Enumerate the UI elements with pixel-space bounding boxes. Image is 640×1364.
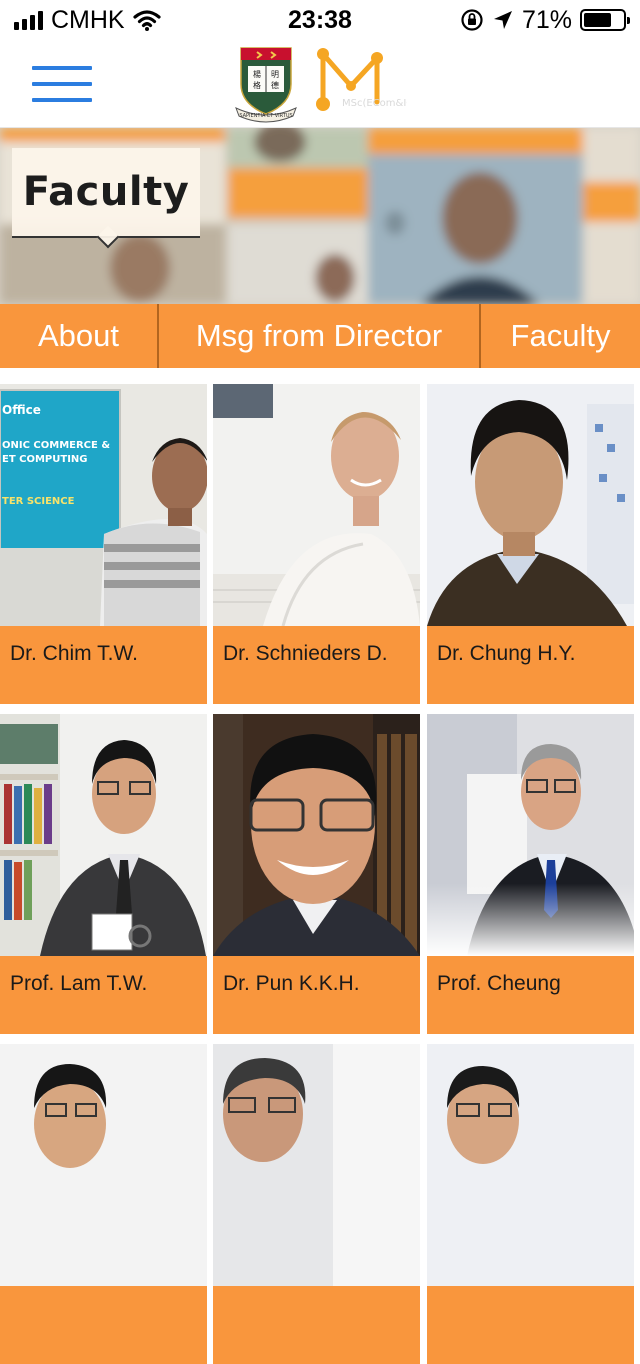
faculty-photo (213, 1044, 420, 1286)
svg-text:德: 德 (271, 80, 279, 90)
svg-text:ONIC COMMERCE &: ONIC COMMERCE & (2, 440, 110, 451)
battery-fill (584, 13, 611, 27)
svg-text:Office: Office (2, 403, 41, 417)
app-header: 楊 明 格 德 SAPIENTIA ET VIRTUS MSc(ECom&IC) (0, 40, 640, 128)
hero-banner: Faculty (0, 128, 640, 304)
faculty-photo (0, 1044, 207, 1286)
faculty-grid: Office ONIC COMMERCE & ET COMPUTING TER … (0, 384, 640, 1364)
faculty-card-schnieders[interactable]: Dr. Schnieders D. (213, 384, 420, 704)
m-logo-text: MSc(ECom&IC) (342, 98, 407, 109)
svg-text:ET COMPUTING: ET COMPUTING (2, 454, 88, 465)
faculty-card-8[interactable] (213, 1044, 420, 1364)
faculty-name: Dr. Pun K.K.H. (223, 972, 360, 995)
faculty-card-pun[interactable]: Dr. Pun K.K.H. (213, 714, 420, 1034)
faculty-name: Prof. Cheung (437, 972, 561, 995)
faculty-card-cheung[interactable]: Prof. Cheung (427, 714, 634, 1034)
hamburger-menu-icon[interactable] (32, 66, 92, 102)
msc-ecom-m-logo[interactable]: MSc(ECom&IC) (315, 44, 407, 124)
faculty-photo (213, 384, 420, 626)
faculty-photo (213, 714, 420, 956)
hku-shield-logo[interactable]: 楊 明 格 德 SAPIENTIA ET VIRTUS (233, 44, 299, 124)
svg-text:TER SCIENCE: TER SCIENCE (2, 496, 75, 507)
faculty-photo (0, 714, 207, 956)
faculty-photo (427, 384, 634, 626)
svg-text:格: 格 (253, 80, 261, 90)
status-left: CMHK (14, 6, 161, 35)
faculty-name: Dr. Schnieders D. (223, 642, 388, 665)
carrier-label: CMHK (51, 5, 125, 34)
faculty-card-chung[interactable]: Dr. Chung H.Y. (427, 384, 634, 704)
hku-motto: SAPIENTIA ET VIRTUS (239, 113, 292, 119)
faculty-photo: Office ONIC COMMERCE & ET COMPUTING TER … (0, 384, 207, 626)
tab-faculty[interactable]: Faculty (481, 304, 640, 368)
battery-percent: 71% (521, 5, 572, 34)
faculty-photo (427, 714, 634, 956)
faculty-photo (427, 1044, 634, 1286)
status-right: 71% (460, 5, 630, 35)
hero-title-box: Faculty (12, 148, 200, 238)
orientation-lock-icon (461, 9, 483, 31)
faculty-card-chim[interactable]: Office ONIC COMMERCE & ET COMPUTING TER … (0, 384, 207, 704)
battery-icon (580, 9, 630, 31)
status-bar: CMHK 23:38 71% (0, 0, 640, 40)
wifi-icon (133, 10, 161, 31)
faculty-name: Dr. Chim T.W. (10, 642, 138, 665)
tab-msg-from-director[interactable]: Msg from Director (159, 304, 481, 368)
location-arrow-icon (493, 11, 512, 29)
svg-text:楊: 楊 (253, 69, 261, 79)
signal-icon (14, 10, 43, 30)
faculty-name: Prof. Lam T.W. (10, 972, 148, 995)
faculty-card-9[interactable] (427, 1044, 634, 1364)
faculty-name: Dr. Chung H.Y. (437, 642, 576, 665)
faculty-card-7[interactable] (0, 1044, 207, 1364)
faculty-card-lam[interactable]: Prof. Lam T.W. (0, 714, 207, 1034)
section-tabs: About Msg from Director Faculty (0, 304, 640, 368)
svg-text:明: 明 (271, 70, 279, 79)
page-title: Faculty (22, 169, 190, 215)
tab-about[interactable]: About (0, 304, 159, 368)
